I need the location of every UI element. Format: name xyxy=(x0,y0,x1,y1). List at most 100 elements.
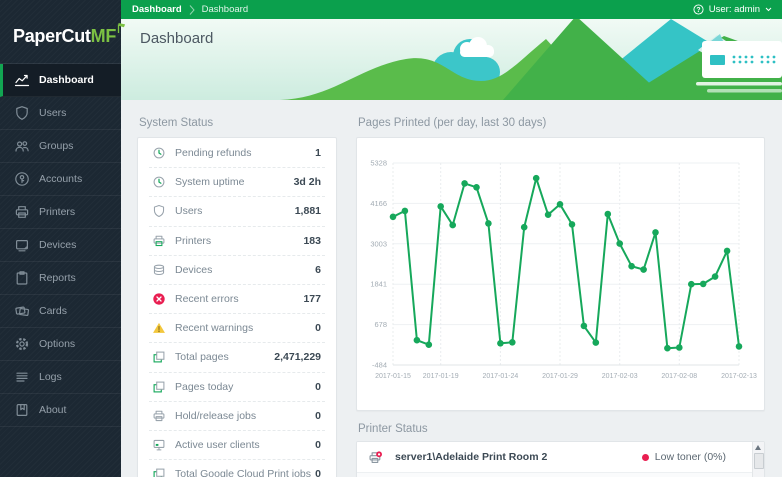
pages-printed-line-chart: 5328416630031841678-4842017-01-152017-01… xyxy=(357,138,765,410)
topbar: Dashboard Dashboard ? User: admin xyxy=(121,0,782,19)
breadcrumb: Dashboard Dashboard xyxy=(132,4,248,16)
sidebar-item-users[interactable]: Users xyxy=(0,97,121,130)
status-row-total-pages: Total pages2,471,229 xyxy=(149,343,325,372)
printer-gray-icon xyxy=(152,409,166,423)
svg-text:2017-01-24: 2017-01-24 xyxy=(482,373,518,380)
status-value: 3d 2h xyxy=(294,176,325,188)
clock-icon xyxy=(152,175,166,189)
user-menu[interactable]: ? User: admin xyxy=(693,4,772,15)
stack-icon xyxy=(152,263,166,277)
pages-icon xyxy=(152,380,166,394)
accounts-icon xyxy=(14,171,30,187)
printer-list-scrollbar[interactable] xyxy=(752,442,764,477)
sidebar-item-label: Printers xyxy=(39,206,75,218)
status-label: Total pages xyxy=(175,351,274,363)
sidebar-item-label: Cards xyxy=(39,305,67,317)
sidebar: PaperCutMF Dashboard Users Groups Accounts P… xyxy=(0,0,121,477)
printer-alert-icon xyxy=(368,450,383,465)
pages-printed-chart-card: 5328416630031841678-4842017-01-152017-01… xyxy=(356,137,765,411)
svg-text:1841: 1841 xyxy=(370,280,387,289)
scrollbar-thumb[interactable] xyxy=(754,453,764,469)
groups-icon xyxy=(14,138,30,154)
sidebar-item-groups[interactable]: Groups xyxy=(0,130,121,163)
status-label: Recent warnings xyxy=(175,322,315,334)
system-status-section: System Status Pending refunds1System upt… xyxy=(137,100,337,477)
status-value: 0 xyxy=(315,381,325,393)
printer-row-partial xyxy=(357,473,764,477)
svg-text:2017-02-08: 2017-02-08 xyxy=(661,373,697,380)
status-label: Recent errors xyxy=(175,293,303,305)
status-value: 6 xyxy=(315,264,325,276)
sidebar-item-label: Users xyxy=(39,107,66,119)
status-label: System uptime xyxy=(175,176,294,188)
chevron-down-icon xyxy=(765,7,772,12)
sidebar-item-options[interactable]: Options xyxy=(0,328,121,361)
scrollbar-up-arrow[interactable] xyxy=(755,445,761,450)
status-label: Devices xyxy=(175,264,315,276)
printer-row[interactable]: server1\Adelaide Print Room 2 Low toner (… xyxy=(357,442,764,473)
svg-text:2017-02-13: 2017-02-13 xyxy=(721,373,757,380)
status-dot xyxy=(642,454,649,461)
devices-icon xyxy=(14,237,30,253)
sidebar-item-cards[interactable]: Cards xyxy=(0,295,121,328)
sidebar-item-label: Groups xyxy=(39,140,73,152)
gear-icon xyxy=(14,336,30,352)
breadcrumb-item-current[interactable]: Dashboard xyxy=(202,4,248,15)
about-icon xyxy=(14,402,30,418)
printer-green-icon xyxy=(152,234,166,248)
printer-status: Low toner (0%) xyxy=(642,451,726,463)
sidebar-item-dashboard[interactable]: Dashboard xyxy=(0,64,121,97)
logo-suffix: MF xyxy=(91,26,116,46)
status-label: Hold/release jobs xyxy=(175,410,315,422)
shield-icon xyxy=(152,204,166,218)
flag-icon xyxy=(117,22,126,34)
papercut-admin-window: PaperCutMF Dashboard Users Groups Accounts P… xyxy=(0,0,782,477)
breadcrumb-item-dashboard[interactable]: Dashboard xyxy=(132,4,182,15)
status-value: 0 xyxy=(315,439,325,451)
status-label: Printers xyxy=(175,235,303,247)
help-icon[interactable]: ? xyxy=(693,4,704,15)
sidebar-item-label: Dashboard xyxy=(39,74,94,86)
user-label: User: admin xyxy=(709,4,760,15)
printer-status-text: Low toner (0%) xyxy=(655,451,726,463)
status-row-hold-release-jobs: Hold/release jobs0 xyxy=(149,402,325,431)
sidebar-item-logs[interactable]: Logs xyxy=(0,361,121,394)
sidebar-item-about[interactable]: About xyxy=(0,394,121,427)
status-row-pending-refunds: Pending refunds1 xyxy=(149,139,325,168)
status-label: Total Google Cloud Print jobs xyxy=(175,468,315,477)
status-row-printers: Printers183 xyxy=(149,227,325,256)
svg-text:5328: 5328 xyxy=(370,159,387,168)
pages-icon xyxy=(152,350,166,364)
status-value: 0 xyxy=(315,468,325,477)
breadcrumb-separator-icon xyxy=(189,4,195,16)
status-label: Active user clients xyxy=(175,439,315,451)
printer-name[interactable]: server1\Adelaide Print Room 2 xyxy=(395,451,642,463)
status-row-recent-warnings: Recent warnings0 xyxy=(149,314,325,343)
sidebar-item-devices[interactable]: Devices xyxy=(0,229,121,262)
printer-icon xyxy=(14,204,30,220)
pages-printed-heading: Pages Printed (per day, last 30 days) xyxy=(358,117,765,129)
status-row-total-google-cloud-print-jobs: Total Google Cloud Print jobs0 xyxy=(149,460,325,477)
status-value: 177 xyxy=(303,293,325,305)
status-row-devices: Devices6 xyxy=(149,256,325,285)
sidebar-item-reports[interactable]: Reports xyxy=(0,262,121,295)
sidebar-item-accounts[interactable]: Accounts xyxy=(0,163,121,196)
status-value: 1,881 xyxy=(295,205,325,217)
sidebar-item-label: Logs xyxy=(39,371,62,383)
system-status-card: Pending refunds1System uptime3d 2hUsers1… xyxy=(137,137,337,477)
papercut-logo: PaperCutMF xyxy=(0,0,121,63)
warning-icon xyxy=(152,321,166,335)
sidebar-item-label: About xyxy=(39,404,66,416)
sidebar-item-label: Options xyxy=(39,338,75,350)
printer-status-heading: Printer Status xyxy=(358,423,765,435)
sidebar-item-label: Devices xyxy=(39,239,76,251)
error-icon xyxy=(152,292,166,306)
svg-text:678: 678 xyxy=(374,320,387,329)
sidebar-item-printers[interactable]: Printers xyxy=(0,196,121,229)
main-area: Dashboard Dashboard ? User: admin xyxy=(121,0,782,477)
right-column: Pages Printed (per day, last 30 days) 53… xyxy=(356,100,765,477)
dashboard-icon xyxy=(14,72,30,88)
svg-text:2017-01-19: 2017-01-19 xyxy=(423,373,459,380)
status-row-recent-errors: Recent errors177 xyxy=(149,285,325,314)
status-value: 183 xyxy=(303,235,325,247)
